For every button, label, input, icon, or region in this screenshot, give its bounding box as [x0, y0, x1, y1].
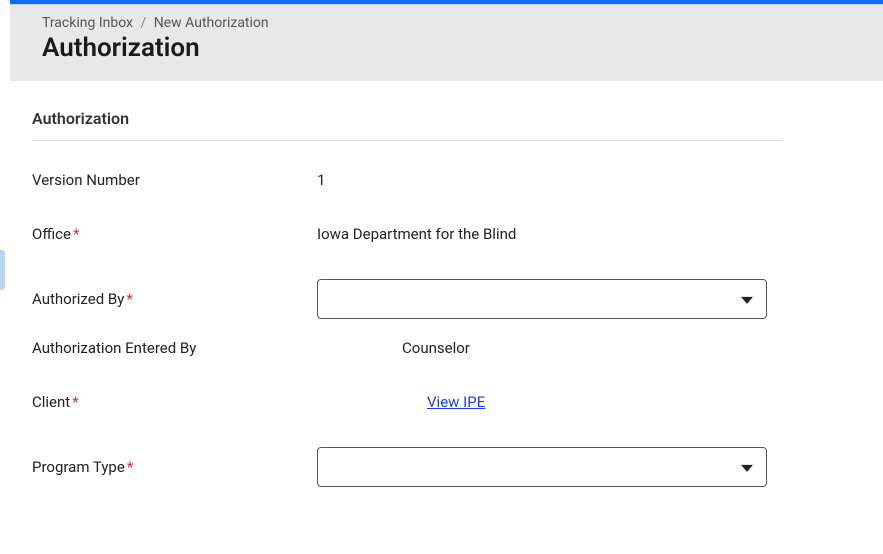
- row-client: Client* View IPE: [32, 393, 851, 411]
- row-version-number: Version Number 1: [32, 171, 851, 189]
- row-office: Office* Iowa Department for the Blind: [32, 225, 851, 243]
- value-office: Iowa Department for the Blind: [317, 225, 516, 243]
- page-header: Tracking Inbox / New Authorization Autho…: [10, 4, 883, 81]
- row-authorization-entered-by: Authorization Entered By Counselor: [32, 339, 851, 357]
- row-authorized-by: Authorized By*: [32, 279, 851, 319]
- breadcrumb-separator: /: [141, 15, 147, 31]
- label-client: Client*: [32, 393, 317, 411]
- required-asterisk: *: [126, 290, 132, 308]
- select-wrapper-program-type: [317, 447, 767, 487]
- section-title-authorization: Authorization: [32, 109, 782, 141]
- label-authorization-entered-by: Authorization Entered By: [32, 339, 317, 357]
- required-asterisk: *: [127, 458, 133, 476]
- left-edge-indicator: [0, 250, 5, 290]
- label-program-type: Program Type*: [32, 458, 317, 476]
- breadcrumb: Tracking Inbox / New Authorization: [42, 15, 851, 31]
- value-authorization-entered-by: Counselor: [402, 339, 470, 357]
- required-asterisk: *: [72, 393, 78, 411]
- form-content: Authorization Version Number 1 Office* I…: [0, 81, 883, 487]
- select-authorized-by[interactable]: [317, 279, 767, 319]
- required-asterisk: *: [73, 225, 79, 243]
- row-program-type: Program Type*: [32, 447, 851, 487]
- page-title: Authorization: [42, 33, 851, 63]
- breadcrumb-item-tracking-inbox[interactable]: Tracking Inbox: [42, 15, 133, 31]
- label-version-number: Version Number: [32, 171, 317, 189]
- select-program-type[interactable]: [317, 447, 767, 487]
- link-view-ipe[interactable]: View IPE: [427, 393, 485, 411]
- label-office: Office*: [32, 225, 317, 243]
- label-authorized-by: Authorized By*: [32, 290, 317, 308]
- select-wrapper-authorized-by: [317, 279, 767, 319]
- breadcrumb-item-new-authorization: New Authorization: [154, 15, 269, 31]
- value-version-number: 1: [317, 171, 325, 189]
